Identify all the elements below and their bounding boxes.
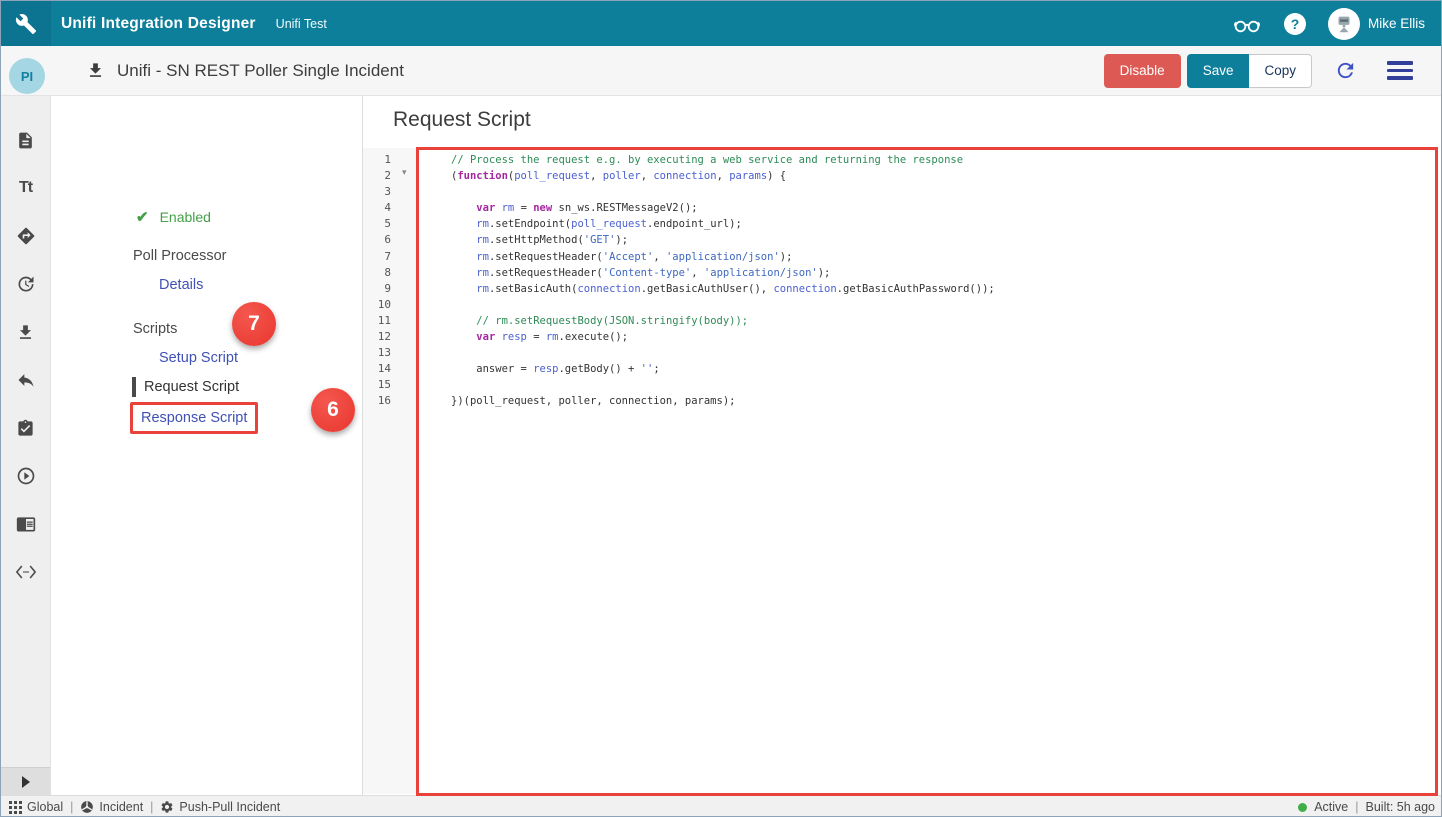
code-line: rm.setEndpoint(poll_request.endpoint_url… [451, 216, 1435, 232]
separator: | [70, 800, 73, 814]
refresh-button[interactable] [1334, 59, 1357, 82]
built-label: Built: 5h ago [1366, 800, 1436, 814]
nav-panel: ✔ Enabled Poll Processor Details Scripts… [51, 96, 362, 796]
code-line: rm.setBasicAuth(connection.getBasicAuthU… [451, 281, 1435, 297]
enabled-toggle[interactable]: ✔ Enabled [136, 208, 211, 226]
download-icon[interactable] [15, 322, 37, 342]
line-number: 10 [363, 297, 391, 313]
line-number: 7 [363, 249, 391, 265]
unifi-integration-designer-window: Unifi Integration Designer Unifi Test ? [0, 0, 1442, 817]
nav-item-response-script[interactable]: Response Script [141, 410, 247, 426]
integration-title: Unifi - SN REST Poller Single Incident [117, 61, 404, 81]
code-line: (function(poll_request, poller, connecti… [451, 168, 1435, 184]
code-line [451, 297, 1435, 313]
user-name: Mike Ellis [1368, 16, 1425, 31]
code-line [451, 345, 1435, 361]
workspace-name: Unifi Test [276, 17, 327, 31]
expand-rail-button[interactable] [1, 767, 50, 795]
line-number: 2 [363, 168, 391, 184]
play-circle-icon[interactable] [15, 466, 37, 486]
nav-item-details[interactable]: Details [159, 277, 203, 293]
annotation-badge-6: 6 [311, 388, 355, 432]
nav-item-request-script[interactable]: Request Script [132, 377, 239, 397]
history-icon[interactable] [15, 274, 37, 294]
code-lines: // Process the request e.g. by executing… [451, 152, 1435, 410]
scope-global[interactable]: Global [9, 800, 63, 814]
annotation-badge-7: 7 [232, 302, 276, 346]
nav-section-poll-processor: Poll Processor [133, 248, 226, 264]
app-logo-button[interactable] [1, 1, 51, 46]
line-number: 4 [363, 200, 391, 216]
task-check-icon[interactable] [15, 418, 37, 438]
code-line: answer = resp.getBody() + ''; [451, 361, 1435, 377]
expand-arrow-icon [22, 776, 30, 788]
active-status-icon [1298, 803, 1307, 812]
separator: | [1355, 800, 1358, 814]
code-line [451, 184, 1435, 200]
check-icon: ✔ [136, 208, 149, 226]
refresh-icon [1334, 59, 1357, 82]
fold-arrow-icon[interactable]: ▾ [402, 167, 407, 178]
message-push-pull-incident[interactable]: Push-Pull Incident [160, 800, 280, 814]
menu-icon[interactable] [1387, 61, 1413, 80]
nav-item-setup-script[interactable]: Setup Script [159, 350, 238, 366]
directions-icon[interactable] [15, 226, 37, 246]
user-menu[interactable]: Mike Ellis [1328, 8, 1425, 40]
nav-section-scripts: Scripts [133, 321, 177, 337]
code-line: })(poll_request, poller, connection, par… [451, 393, 1435, 409]
enabled-label: Enabled [160, 209, 211, 225]
separator: | [150, 800, 153, 814]
code-line: rm.setHttpMethod('GET'); [451, 232, 1435, 248]
top-app-bar: Unifi Integration Designer Unifi Test ? [1, 1, 1442, 46]
code-line: var resp = rm.execute(); [451, 329, 1435, 345]
integration-avatar[interactable]: PI [9, 58, 45, 94]
wrench-icon [15, 13, 37, 35]
code-line: var rm = new sn_ws.RESTMessageV2(); [451, 200, 1435, 216]
line-number: 5 [363, 216, 391, 232]
code-icon[interactable] [15, 562, 37, 582]
editor-gutter: 12345678910111213141516 [363, 148, 416, 794]
code-line [451, 377, 1435, 393]
reply-icon[interactable] [15, 370, 37, 390]
glasses-icon[interactable] [1232, 14, 1262, 34]
line-number: 12 [363, 329, 391, 345]
active-status-label: Active [1314, 800, 1348, 814]
line-number: 11 [363, 313, 391, 329]
grid-icon [9, 801, 22, 814]
line-number: 13 [363, 345, 391, 361]
line-number: 16 [363, 393, 391, 409]
line-number: 9 [363, 281, 391, 297]
save-button[interactable]: Save [1187, 54, 1250, 88]
disable-button[interactable]: Disable [1104, 54, 1181, 88]
document-icon[interactable] [15, 130, 37, 150]
line-number: 3 [363, 184, 391, 200]
code-line: rm.setRequestHeader('Content-type', 'app… [451, 265, 1435, 281]
copy-button[interactable]: Copy [1249, 54, 1312, 88]
line-number: 15 [363, 377, 391, 393]
gear-icon [160, 800, 174, 814]
app-title: Unifi Integration Designer [61, 15, 256, 33]
active-indicator-bar [132, 377, 136, 397]
line-number: 1 [363, 152, 391, 168]
icon-rail: Tt [1, 96, 51, 796]
user-avatar [1328, 8, 1360, 40]
line-number: 14 [363, 361, 391, 377]
text-format-icon[interactable]: Tt [15, 178, 37, 198]
status-bar: Global | Incident | Push-Pull Incide [1, 795, 1442, 817]
code-line: // rm.setRequestBody(JSON.stringify(body… [451, 313, 1435, 329]
code-line: // Process the request e.g. by executing… [451, 152, 1435, 168]
code-editor[interactable]: // Process the request e.g. by executing… [419, 148, 1435, 793]
download-icon [86, 61, 105, 80]
line-number: 6 [363, 232, 391, 248]
code-line: rm.setRequestHeader('Accept', 'applicati… [451, 249, 1435, 265]
integration-header: Unifi - SN REST Poller Single Incident D… [1, 46, 1442, 96]
page-title: Request Script [393, 108, 531, 132]
incident-icon [80, 800, 94, 814]
line-number: 8 [363, 265, 391, 281]
reader-icon[interactable] [15, 514, 37, 534]
table-incident[interactable]: Incident [80, 800, 143, 814]
help-icon[interactable]: ? [1284, 13, 1306, 35]
